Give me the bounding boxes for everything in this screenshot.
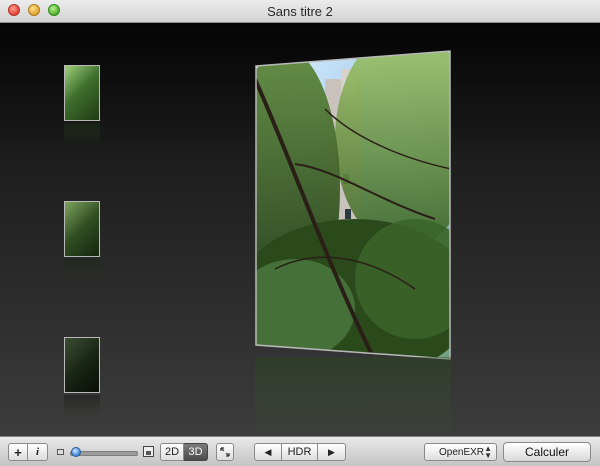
hdr-button[interactable]: HDR <box>282 443 318 461</box>
calculate-button-label: Calculer <box>524 445 569 459</box>
thumbnail-image-3[interactable] <box>64 337 100 393</box>
info-button[interactable]: i <box>28 443 48 461</box>
app-window: Sans titre 2 + i 2D 3D ◀ HDR ▶ OpenEXR ▲… <box>0 0 600 466</box>
info-icon: i <box>35 446 40 458</box>
format-dropdown[interactable]: OpenEXR ▲ ▼ <box>424 443 497 461</box>
fullscreen-arrows-icon <box>220 447 230 457</box>
image-stage <box>0 23 600 443</box>
fullscreen-button[interactable] <box>216 443 234 461</box>
previous-arrow-icon: ◀ <box>264 446 272 457</box>
add-button[interactable]: + <box>8 443 28 461</box>
small-photo-icon <box>57 449 64 455</box>
size-slider-knob[interactable] <box>70 447 81 457</box>
next-arrow-icon: ▶ <box>328 446 335 457</box>
thumbnail-reflection-1 <box>64 123 100 145</box>
view-3d-label: 3D <box>188 446 203 458</box>
view-3d-button[interactable]: 3D <box>184 443 208 461</box>
window-title: Sans titre 2 <box>267 4 333 19</box>
main-photo-reflection <box>255 357 451 443</box>
thumbnail-image-2[interactable] <box>64 201 100 257</box>
title-bar[interactable]: Sans titre 2 <box>0 0 600 23</box>
view-2d-label: 2D <box>164 446 180 458</box>
view-2d-button[interactable]: 2D <box>160 443 184 461</box>
calculate-button[interactable]: Calculer <box>503 442 591 462</box>
thumbnail-image-1[interactable] <box>64 65 100 121</box>
large-photo-icon <box>143 446 154 457</box>
add-button-label: + <box>14 444 22 460</box>
thumbnail-reflection-2 <box>64 259 100 281</box>
format-dropdown-value: OpenEXR <box>439 447 485 458</box>
next-button[interactable]: ▶ <box>318 443 346 461</box>
bottom-toolbar: + i 2D 3D ◀ HDR ▶ OpenEXR ▲ ▼ Calculer <box>0 436 600 466</box>
thumbnail-reflection-3 <box>64 395 100 417</box>
dropdown-arrows-icon: ▲ ▼ <box>484 444 492 460</box>
hdr-label: HDR <box>287 446 312 458</box>
main-photo[interactable] <box>255 49 451 361</box>
previous-button[interactable]: ◀ <box>254 443 282 461</box>
